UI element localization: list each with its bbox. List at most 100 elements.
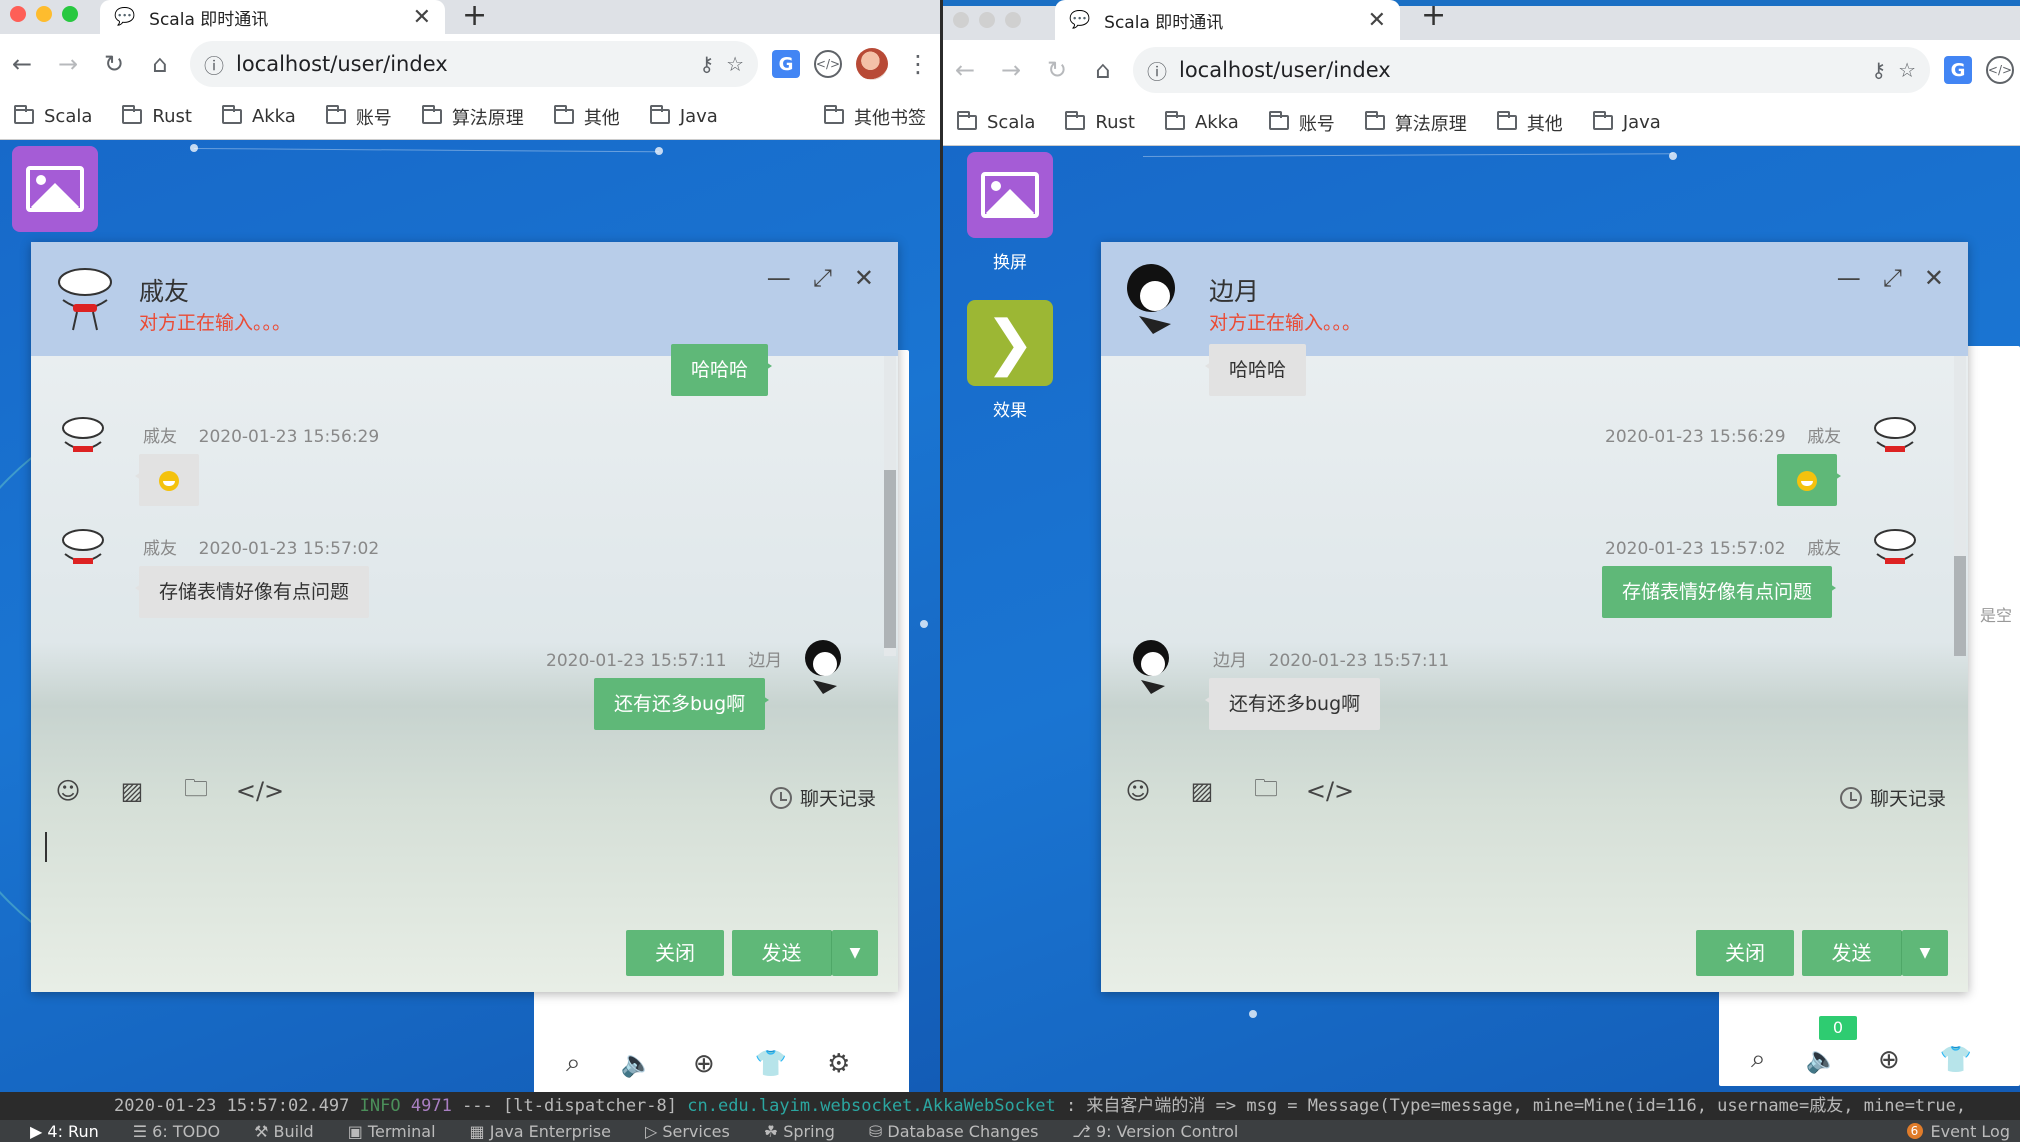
ide-tab-build[interactable]: ⚒ Build [254, 1122, 314, 1141]
star-icon[interactable]: ☆ [1898, 58, 1916, 82]
speaker-icon[interactable]: 🔈 [1806, 1045, 1838, 1075]
scrollbar-thumb[interactable] [884, 470, 896, 648]
emoji-icon[interactable]: ☺ [51, 774, 85, 808]
message-input[interactable] [45, 820, 884, 940]
add-icon[interactable]: ⊕ [1878, 1045, 1900, 1075]
bookmark-account[interactable]: 账号 [1261, 110, 1343, 136]
minimize-window-button[interactable] [979, 12, 995, 28]
ide-tab-java-enterprise[interactable]: ▦ Java Enterprise [470, 1122, 611, 1141]
ide-tab-services[interactable]: ▷ Services [645, 1122, 730, 1141]
other-bookmarks[interactable]: 其他书签 [816, 104, 934, 130]
info-icon[interactable]: ⓘ [204, 50, 224, 79]
image-upload-icon[interactable]: ▨ [1185, 774, 1219, 808]
ide-tab-terminal[interactable]: ▣ Terminal [348, 1122, 436, 1141]
code-extension-icon[interactable]: </> [814, 50, 842, 78]
message-scrollbar[interactable] [884, 356, 896, 656]
close-tab-icon[interactable]: ✕ [413, 5, 431, 30]
file-folder-icon[interactable]: 🗀 [1249, 774, 1283, 808]
bookmark-other[interactable]: 其他 [1489, 110, 1571, 136]
code-extension-icon[interactable]: </> [1986, 56, 2014, 84]
send-button[interactable]: 发送 [732, 930, 832, 976]
bookmark-java[interactable]: Java [1585, 111, 1669, 133]
minimize-icon[interactable]: — [1837, 264, 1861, 292]
bookmark-algorithms[interactable]: 算法原理 [1357, 110, 1475, 136]
code-icon[interactable]: </> [1306, 774, 1354, 808]
event-log-button[interactable]: 6 Event Log [1906, 1122, 2020, 1141]
bookmark-akka[interactable]: Akka [214, 105, 304, 127]
reload-icon[interactable]: ↻ [1041, 54, 1073, 86]
reload-icon[interactable]: ↻ [98, 48, 130, 80]
maximize-icon[interactable]: ⤢ [1883, 264, 1902, 292]
back-icon[interactable]: ← [6, 48, 38, 80]
search-icon[interactable]: ⌕ [566, 1048, 581, 1079]
zoom-window-button[interactable] [62, 6, 78, 22]
close-button[interactable]: 关闭 [1696, 930, 1794, 976]
close-icon[interactable]: ✕ [1924, 264, 1944, 292]
bookmark-java[interactable]: Java [642, 105, 726, 127]
bookmark-akka[interactable]: Akka [1157, 111, 1247, 133]
bookmark-scala[interactable]: Scala [949, 111, 1043, 133]
close-window-button[interactable] [10, 6, 26, 22]
bookmark-scala[interactable]: Scala [6, 105, 100, 127]
address-bar[interactable]: ⓘ localhost/user/index ⚷ ☆ [190, 41, 758, 87]
wallpaper-app-icon[interactable] [12, 146, 98, 232]
forward-icon[interactable]: → [995, 54, 1027, 86]
chat-history-link[interactable]: 聊天记录 [1839, 784, 1946, 811]
effect-app-icon[interactable]: ❯ [967, 300, 1053, 386]
chevron-down-icon[interactable]: ▼ [832, 930, 878, 976]
chevron-down-icon[interactable]: ▼ [1902, 930, 1948, 976]
close-button[interactable]: 关闭 [626, 930, 724, 976]
close-icon[interactable]: ✕ [854, 264, 874, 292]
message-input[interactable] [1115, 820, 1954, 940]
zoom-window-button[interactable] [1005, 12, 1021, 28]
message-list[interactable]: 哈哈哈 戚友 2020-01-23 15:56:29 戚友 2020-01-23… [31, 344, 884, 730]
bookmark-algorithms[interactable]: 算法原理 [414, 104, 532, 130]
forward-icon[interactable]: → [52, 48, 84, 80]
skin-icon[interactable]: 👕 [755, 1049, 787, 1079]
close-tab-icon[interactable]: ✕ [1368, 8, 1386, 33]
translate-extension-icon[interactable]: G [1944, 56, 1972, 84]
home-icon[interactable]: ⌂ [1087, 54, 1119, 86]
chat-history-link[interactable]: 聊天记录 [769, 784, 876, 811]
home-icon[interactable]: ⌂ [144, 48, 176, 80]
minimize-window-button[interactable] [36, 6, 52, 22]
bookmark-rust[interactable]: Rust [114, 105, 200, 127]
info-icon[interactable]: ⓘ [1147, 56, 1167, 85]
profile-avatar[interactable] [856, 48, 888, 80]
menu-icon[interactable]: ⋮ [902, 48, 934, 80]
emoji-icon[interactable]: ☺ [1121, 774, 1155, 808]
new-tab-button[interactable]: + [462, 0, 487, 32]
close-window-button[interactable] [953, 12, 969, 28]
code-icon[interactable]: </> [236, 774, 284, 808]
settings-icon[interactable]: ⚙ [827, 1049, 850, 1079]
bookmark-rust[interactable]: Rust [1057, 111, 1143, 133]
speaker-icon[interactable]: 🔈 [621, 1049, 653, 1079]
browser-tab[interactable]: 💬 Scala 即时通讯 ✕ [100, 0, 445, 34]
ide-tab-spring[interactable]: ☘ Spring [764, 1122, 835, 1141]
minimize-icon[interactable]: — [767, 264, 791, 292]
message-scrollbar[interactable] [1954, 356, 1966, 656]
send-button[interactable]: 发送 [1802, 930, 1902, 976]
file-folder-icon[interactable]: 🗀 [179, 774, 213, 808]
key-icon[interactable]: ⚷ [1871, 58, 1886, 82]
browser-tab[interactable]: 💬 Scala 即时通讯 ✕ [1055, 0, 1400, 40]
ide-tab-run[interactable]: ▶ 4: Run [30, 1122, 99, 1141]
skin-icon[interactable]: 👕 [1940, 1045, 1972, 1075]
wallpaper-app-icon[interactable] [967, 152, 1053, 238]
search-icon[interactable]: ⌕ [1751, 1044, 1766, 1075]
ide-tab-version-control[interactable]: ⎇ 9: Version Control [1072, 1122, 1238, 1141]
maximize-icon[interactable]: ⤢ [813, 264, 832, 292]
bookmark-other[interactable]: 其他 [546, 104, 628, 130]
image-upload-icon[interactable]: ▨ [115, 774, 149, 808]
back-icon[interactable]: ← [949, 54, 981, 86]
star-icon[interactable]: ☆ [726, 52, 744, 76]
key-icon[interactable]: ⚷ [699, 52, 714, 76]
scrollbar-thumb[interactable] [1954, 556, 1966, 656]
address-bar[interactable]: ⓘ localhost/user/index ⚷ ☆ [1133, 47, 1930, 93]
add-icon[interactable]: ⊕ [693, 1049, 715, 1079]
message-list[interactable]: 哈哈哈 2020-01-23 15:56:29 戚友 2020-01-23 15… [1101, 344, 1954, 730]
ide-tab-database-changes[interactable]: ⛁ Database Changes [869, 1122, 1039, 1141]
translate-extension-icon[interactable]: G [772, 50, 800, 78]
new-tab-button[interactable]: + [1421, 0, 1446, 32]
ide-tab-todo[interactable]: ☰ 6: TODO [133, 1122, 220, 1141]
